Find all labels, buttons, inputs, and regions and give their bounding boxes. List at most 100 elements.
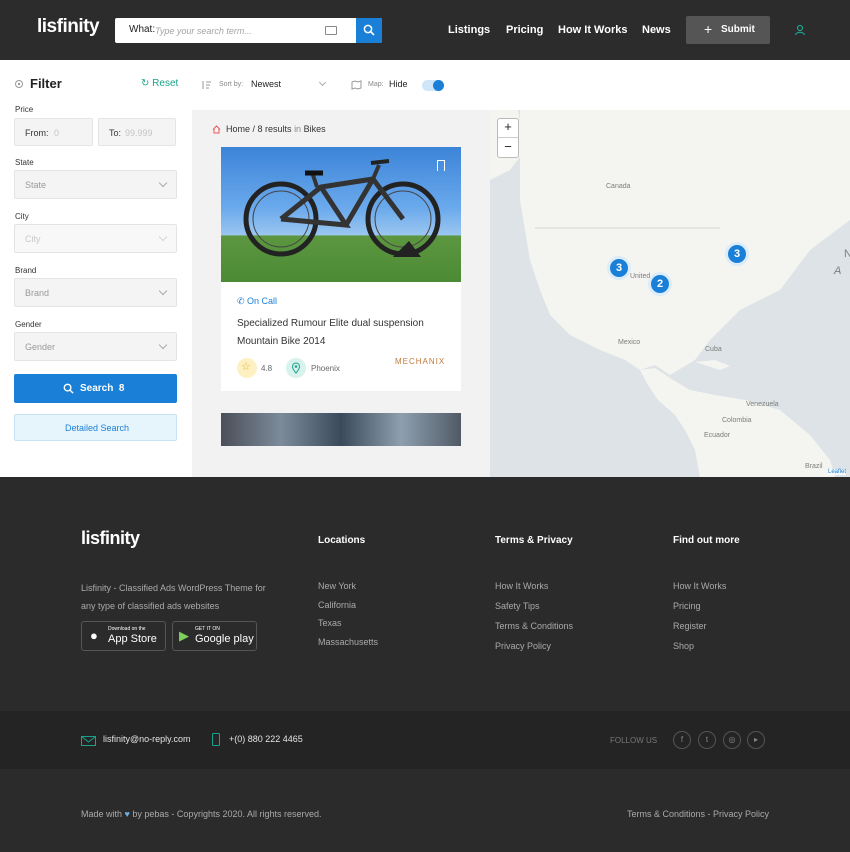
- plus-icon: +: [704, 21, 713, 37]
- map-cluster-marker[interactable]: 2: [648, 272, 672, 296]
- map-cluster-marker[interactable]: 3: [607, 256, 631, 280]
- nav-listings[interactable]: Listings: [448, 24, 490, 36]
- listing-card-2-image[interactable]: [221, 413, 461, 446]
- map-toggle[interactable]: [422, 80, 444, 91]
- map-cluster-marker[interactable]: 3: [725, 242, 749, 266]
- site-logo[interactable]: lisfinity: [37, 16, 100, 38]
- leaflet-attribution[interactable]: Leaflet: [828, 469, 847, 475]
- submit-button[interactable]: + Submit: [686, 16, 770, 44]
- price-from-field[interactable]: From: 0: [14, 118, 93, 146]
- footer-link[interactable]: California: [318, 600, 356, 610]
- phone-icon: ✆: [237, 296, 248, 306]
- google-play-big: Google play: [195, 633, 254, 645]
- state-value: State: [25, 180, 47, 190]
- footer-link[interactable]: Massachusetts: [318, 637, 378, 647]
- footer-link[interactable]: Privacy Policy: [495, 641, 551, 651]
- breadcrumb-home[interactable]: Home: [226, 124, 250, 134]
- location-badge: [286, 358, 306, 378]
- detailed-search-label: Detailed Search: [65, 423, 130, 433]
- map-label-cuba: Cuba: [705, 346, 722, 353]
- search-label: What:: [129, 24, 156, 35]
- footer-link[interactable]: How It Works: [495, 581, 548, 591]
- instagram-icon[interactable]: ◎: [723, 731, 741, 749]
- breadcrumb-category[interactable]: Bikes: [304, 124, 326, 134]
- refresh-icon: ↻: [141, 78, 153, 89]
- footer-link[interactable]: Register: [673, 621, 707, 631]
- youtube-icon[interactable]: ▸: [747, 731, 765, 749]
- brand-logo: MECHANIX: [395, 357, 446, 366]
- listing-card[interactable]: ✆ On Call Specialized Rumour Elite dual …: [221, 147, 461, 391]
- sort-icon: [202, 81, 211, 89]
- footer-heading-terms: Terms & Privacy: [495, 535, 573, 546]
- sort-select[interactable]: Newest: [251, 79, 281, 89]
- twitter-icon[interactable]: t: [698, 731, 716, 749]
- city-select[interactable]: City: [14, 224, 177, 253]
- zoom-in-button[interactable]: +: [498, 119, 518, 138]
- brand-select[interactable]: Brand: [14, 278, 177, 307]
- filter-title: Filter: [30, 76, 62, 91]
- search-icon: [363, 24, 375, 36]
- nav-how-it-works[interactable]: How It Works: [558, 24, 627, 36]
- footer-link[interactable]: Safety Tips: [495, 601, 540, 611]
- bookmark-icon[interactable]: [437, 160, 445, 171]
- search-results-label: Search 8: [80, 383, 125, 394]
- made-with-suffix: by pebas - Copyrights 2020. All rights r…: [132, 809, 322, 819]
- city-value: City: [25, 234, 41, 244]
- state-select[interactable]: State: [14, 170, 177, 199]
- map-label-united: United: [630, 273, 651, 280]
- chevron-down-icon: [158, 232, 168, 242]
- gender-label: Gender: [15, 320, 42, 329]
- footer-link[interactable]: Shop: [673, 641, 694, 651]
- keyboard-icon[interactable]: [325, 26, 337, 35]
- contact-phone[interactable]: +(0) 880 222 4465: [229, 734, 303, 744]
- chevron-down-icon: [158, 286, 168, 296]
- listing-title[interactable]: Specialized Rumour Elite dual suspension…: [237, 315, 447, 351]
- bike-illustration: [243, 159, 441, 257]
- submit-label: Submit: [721, 24, 755, 35]
- chevron-down-icon: [158, 340, 168, 350]
- zoom-out-button[interactable]: −: [498, 139, 518, 158]
- to-placeholder: 99.999: [125, 128, 153, 138]
- user-icon[interactable]: [794, 24, 806, 36]
- brand-value: Brand: [25, 288, 50, 298]
- nav-news[interactable]: News: [642, 24, 671, 36]
- footer-link[interactable]: Terms & Conditions: [495, 621, 573, 631]
- sort-label: Sort by:: [219, 81, 244, 88]
- footer-link[interactable]: New York: [318, 581, 356, 591]
- search-bar: What:: [115, 18, 382, 43]
- map-label-brazil: Brazil: [805, 463, 823, 470]
- availability-label: On Call: [247, 296, 278, 306]
- footer-logo[interactable]: lisfinity: [81, 528, 140, 549]
- google-play-button[interactable]: ▶ GET IT ON Google play: [172, 621, 257, 651]
- top-header: lisfinity What: Listings Pricing How It …: [0, 0, 850, 60]
- search-input[interactable]: [155, 22, 325, 39]
- bottom-links[interactable]: Terms & Conditions - Privacy Policy: [627, 809, 769, 819]
- listing-image[interactable]: [221, 147, 461, 282]
- map-label-n: N: [844, 248, 850, 260]
- contact-email[interactable]: lisfinity@no-reply.com: [103, 734, 191, 744]
- to-label: To:: [109, 128, 122, 138]
- chevron-down-icon[interactable]: [318, 78, 327, 87]
- price-to-field[interactable]: To: 99.999: [98, 118, 176, 146]
- footer-link[interactable]: Pricing: [673, 601, 701, 611]
- search-button[interactable]: [356, 18, 382, 43]
- footer-link[interactable]: Texas: [318, 618, 342, 628]
- app-store-big: App Store: [108, 633, 157, 645]
- map-panel[interactable]: + − Canada United Mexico Cuba Venezuela …: [490, 110, 850, 477]
- location-pin-icon: [291, 362, 301, 374]
- app-store-button[interactable]: ● Download on the App Store: [81, 621, 166, 651]
- footer-link[interactable]: How It Works: [673, 581, 726, 591]
- gender-select[interactable]: Gender: [14, 332, 177, 361]
- facebook-icon[interactable]: f: [673, 731, 691, 749]
- map-zoom-controls: + −: [497, 118, 519, 158]
- apple-icon: ●: [90, 628, 98, 643]
- reset-button[interactable]: ↻ Reset: [141, 78, 178, 89]
- nav-pricing[interactable]: Pricing: [506, 24, 543, 36]
- search-results-button[interactable]: Search 8: [14, 374, 177, 403]
- home-icon[interactable]: [212, 125, 221, 134]
- app-store-small: Download on the: [108, 626, 146, 632]
- map-land-shapes: [490, 110, 850, 477]
- map-label-ecuador: Ecuador: [704, 432, 731, 439]
- filter-settings-icon: [15, 80, 23, 88]
- detailed-search-button[interactable]: Detailed Search: [14, 414, 177, 441]
